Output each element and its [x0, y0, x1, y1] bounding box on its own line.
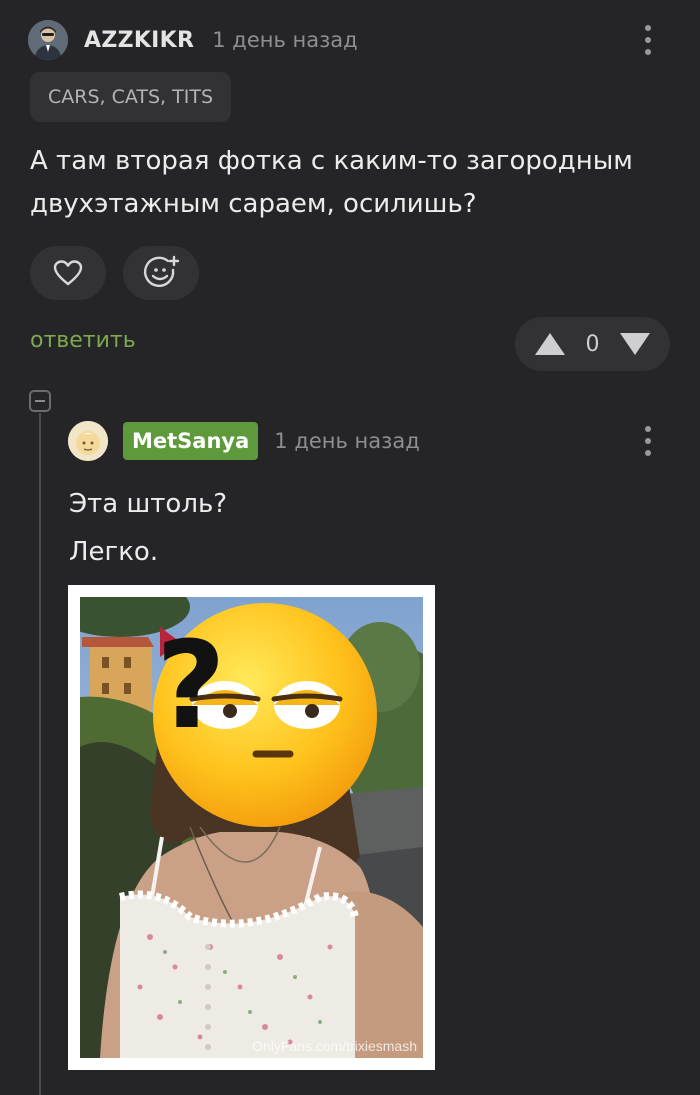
- reply-text-line: Легко.: [69, 537, 159, 567]
- reply-header: MetSanya 1 день назад: [68, 420, 420, 462]
- collapse-thread-button[interactable]: [29, 390, 51, 412]
- more-vertical-icon[interactable]: [636, 20, 660, 60]
- like-button[interactable]: [30, 246, 106, 300]
- arrow-down-icon[interactable]: [618, 329, 652, 359]
- arrow-up-icon[interactable]: [533, 329, 567, 359]
- reply-link[interactable]: ответить: [30, 328, 136, 353]
- reply-text-line: Эта штоль?: [69, 489, 228, 519]
- rating-widget: 0: [515, 317, 670, 371]
- heart-icon: [53, 260, 83, 286]
- author-name[interactable]: AZZKIKR: [84, 28, 194, 53]
- comment-time: 1 день назад: [212, 28, 358, 52]
- image-watermark: OnlyFans.com/trixiesmash: [252, 1038, 417, 1054]
- avatar[interactable]: [68, 421, 108, 461]
- thread-line[interactable]: [39, 413, 41, 1095]
- comment-time: 1 день назад: [274, 429, 420, 453]
- more-vertical-icon[interactable]: [636, 421, 660, 461]
- attached-image[interactable]: ? OnlyFans.com/trixiesmash: [80, 597, 423, 1058]
- svg-text:?: ?: [156, 617, 226, 756]
- emoji-add-icon: [143, 255, 180, 287]
- reply-text: Эта штоль? Легко.: [69, 480, 227, 576]
- author-name[interactable]: MetSanya: [123, 422, 259, 460]
- rating-value: 0: [585, 331, 600, 357]
- comment-thread: AZZKIKR 1 день назад CARS, CATS, TITS А …: [0, 0, 700, 1095]
- avatar[interactable]: [28, 20, 68, 60]
- comment-text: А там вторая фотка с каким-то загородным…: [30, 146, 633, 219]
- tag-badge[interactable]: CARS, CATS, TITS: [30, 72, 232, 122]
- reaction-button[interactable]: [123, 246, 199, 300]
- comment-header: AZZKIKR 1 день назад: [28, 20, 358, 60]
- attached-image-frame: ? OnlyFans.com/trixiesmash: [68, 585, 435, 1070]
